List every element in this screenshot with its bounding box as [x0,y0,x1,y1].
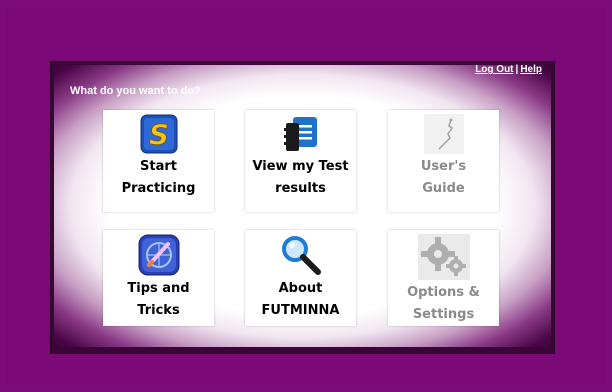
users-guide-button[interactable]: User's Guide [388,110,499,212]
link-separator: | [515,64,519,75]
tile-label-line2: Guide [422,181,465,196]
tile-label-line2: results [275,181,326,196]
tile-label-line2: FUTMINNA [261,303,340,318]
tile-label-line1: User's [420,159,467,174]
about-futminna-button[interactable]: About FUTMINNA [245,230,356,326]
gear-icon [417,234,470,280]
tile-label-line2: Practicing [121,181,196,196]
view-test-results-button[interactable]: View my Test results [245,110,356,212]
start-practicing-button[interactable]: S Start Practicing [103,110,214,212]
tile-label-line1: Options & [407,285,480,300]
options-settings-button[interactable]: Options & Settings [388,230,499,326]
tile-label-line2: Settings [412,307,475,322]
logout-link[interactable]: Log Out [475,64,513,75]
tile-label-line1: View my Test [252,159,349,174]
svg-text:S: S [148,118,168,151]
tile-label-line1: Tips and [127,281,190,296]
test-results-icon [283,117,317,151]
users-guide-icon [423,114,464,154]
tips-tricks-icon [138,234,179,276]
help-link[interactable]: Help [520,64,542,75]
magnifier-icon [281,236,321,275]
start-practicing-icon: S [140,114,177,154]
tips-and-tricks-button[interactable]: Tips and Tricks [103,230,214,326]
tile-label-line2: Tricks [137,303,180,318]
tile-label-line1: About [278,281,323,296]
tile-label-line1: Start [140,159,177,174]
page-prompt: What do you want to do? [70,85,201,97]
top-links: Log Out | Help [475,64,542,75]
